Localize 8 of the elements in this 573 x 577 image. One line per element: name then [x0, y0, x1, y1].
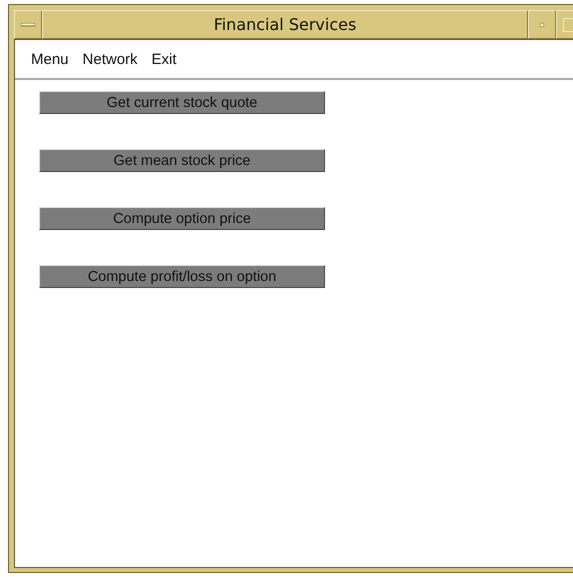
action-button[interactable]: Compute option price [39, 207, 325, 230]
action-button[interactable]: Get mean stock price [39, 149, 325, 172]
menu-item[interactable]: Menu [31, 50, 69, 68]
menu-item[interactable]: Network [82, 50, 138, 68]
action-button[interactable]: Get current stock quote [39, 91, 325, 114]
window-title: Financial Services [214, 15, 356, 34]
menu-item[interactable]: Exit [152, 50, 177, 68]
action-button[interactable]: Compute profit/loss on option [39, 265, 325, 288]
